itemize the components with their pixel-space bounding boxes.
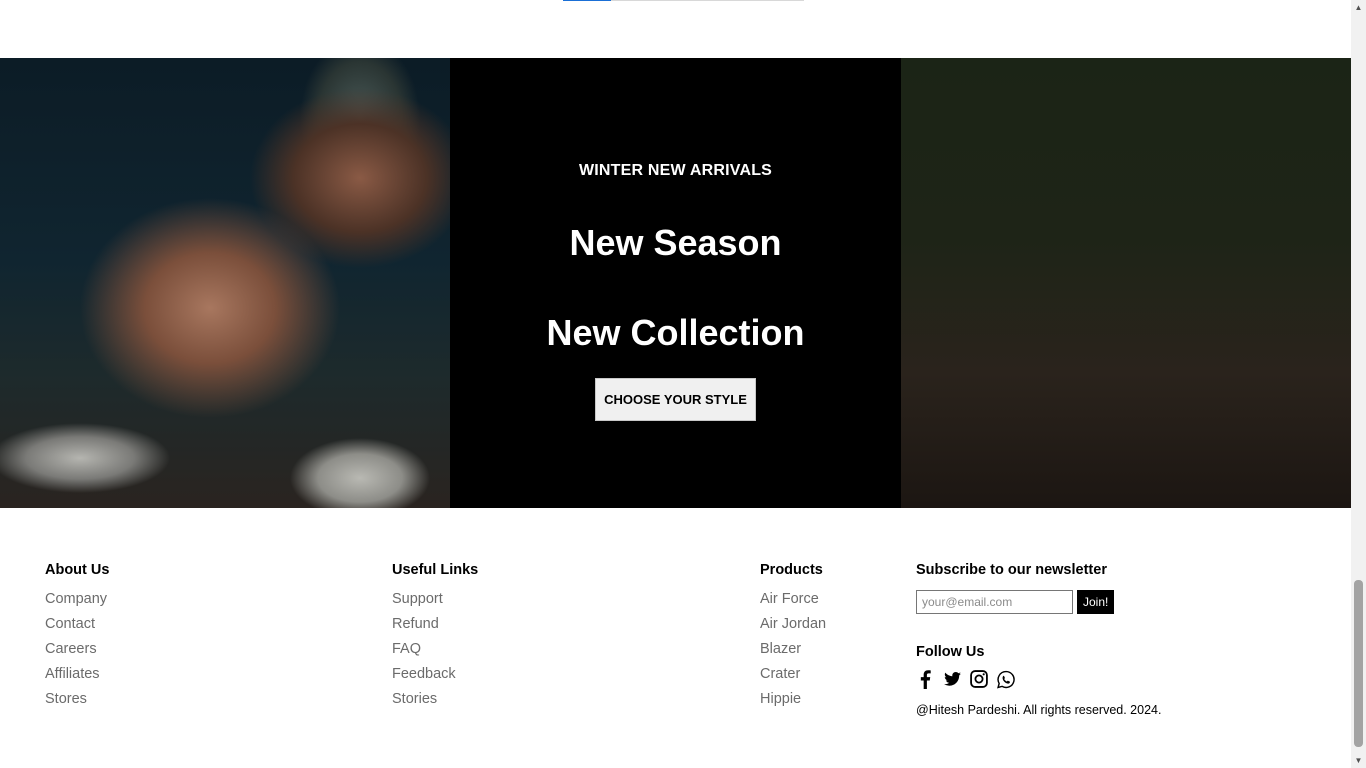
footer-link-support[interactable]: Support: [392, 591, 443, 607]
footer-link-feedback[interactable]: Feedback: [392, 666, 456, 682]
footer-link-stories[interactable]: Stories: [392, 691, 437, 707]
footer-link-company[interactable]: Company: [45, 591, 107, 607]
scrollbar-thumb[interactable]: [1354, 580, 1363, 747]
instagram-icon[interactable]: [970, 669, 988, 689]
follow-us-heading: Follow Us: [916, 644, 985, 660]
top-progress-bar: [563, 0, 804, 1]
choose-your-style-button[interactable]: CHOOSE YOUR STYLE: [595, 378, 756, 421]
social-links: [916, 668, 1316, 690]
page-scrollbar[interactable]: ▲ ▼: [1351, 0, 1366, 768]
footer-link-careers[interactable]: Careers: [45, 641, 97, 657]
footer-link-affiliates[interactable]: Affiliates: [45, 666, 100, 682]
copyright-text: @Hitesh Pardeshi. All rights reserved. 2…: [916, 703, 1162, 717]
lifestyle-image-left: [0, 58, 450, 508]
footer-link-faq[interactable]: FAQ: [392, 641, 421, 657]
lifestyle-image-right: [901, 58, 1351, 508]
footer-link-air-force[interactable]: Air Force: [760, 591, 819, 607]
footer-links-about: Company Contact Careers Affiliates Store…: [45, 592, 109, 717]
scroll-up-arrow-icon[interactable]: ▲: [1351, 0, 1366, 15]
banner-headline-line1: New Season: [569, 222, 782, 263]
footer-link-hippie[interactable]: Hippie: [760, 691, 801, 707]
promo-banner: WINTER NEW ARRIVALS New Season New Colle…: [0, 58, 1351, 508]
newsletter-form: Join!: [916, 590, 1316, 614]
footer-links-products: Air Force Air Jordan Blazer Crater Hippi…: [760, 592, 826, 717]
page: WINTER NEW ARRIVALS New Season New Colle…: [0, 0, 1351, 768]
promo-text-panel: WINTER NEW ARRIVALS New Season New Colle…: [450, 58, 901, 508]
footer-col-products: Products Air Force Air Jordan Blazer Cra…: [760, 562, 826, 717]
footer-heading-about: About Us: [45, 562, 110, 578]
twitter-icon[interactable]: [943, 669, 961, 689]
footer-link-refund[interactable]: Refund: [392, 616, 439, 632]
footer-heading-newsletter: Subscribe to our newsletter: [916, 562, 1107, 578]
footer-link-crater[interactable]: Crater: [760, 666, 800, 682]
footer-heading-useful-links: Useful Links: [392, 562, 479, 578]
footer-link-stores[interactable]: Stores: [45, 691, 87, 707]
footer-link-air-jordan[interactable]: Air Jordan: [760, 616, 826, 632]
progress-fill: [563, 0, 612, 1]
site-footer: About Us Company Contact Careers Affilia…: [0, 508, 1351, 768]
footer-col-useful-links: Useful Links Support Refund FAQ Feedback…: [392, 562, 478, 717]
footer-link-blazer[interactable]: Blazer: [760, 641, 801, 657]
banner-headline-line2: New Collection: [546, 312, 805, 353]
footer-link-contact[interactable]: Contact: [45, 616, 95, 632]
footer-links-useful: Support Refund FAQ Feedback Stories: [392, 592, 478, 717]
whatsapp-icon[interactable]: [997, 669, 1015, 689]
footer-heading-products: Products: [760, 562, 823, 578]
footer-col-about: About Us Company Contact Careers Affilia…: [45, 562, 109, 717]
footer-col-newsletter: Subscribe to our newsletter Join! Follow…: [916, 562, 1316, 717]
banner-kicker: WINTER NEW ARRIVALS: [578, 162, 773, 179]
facebook-icon[interactable]: [916, 669, 934, 689]
newsletter-join-button[interactable]: Join!: [1077, 590, 1115, 614]
newsletter-email-input[interactable]: [916, 590, 1073, 614]
scroll-down-arrow-icon[interactable]: ▼: [1351, 753, 1366, 768]
